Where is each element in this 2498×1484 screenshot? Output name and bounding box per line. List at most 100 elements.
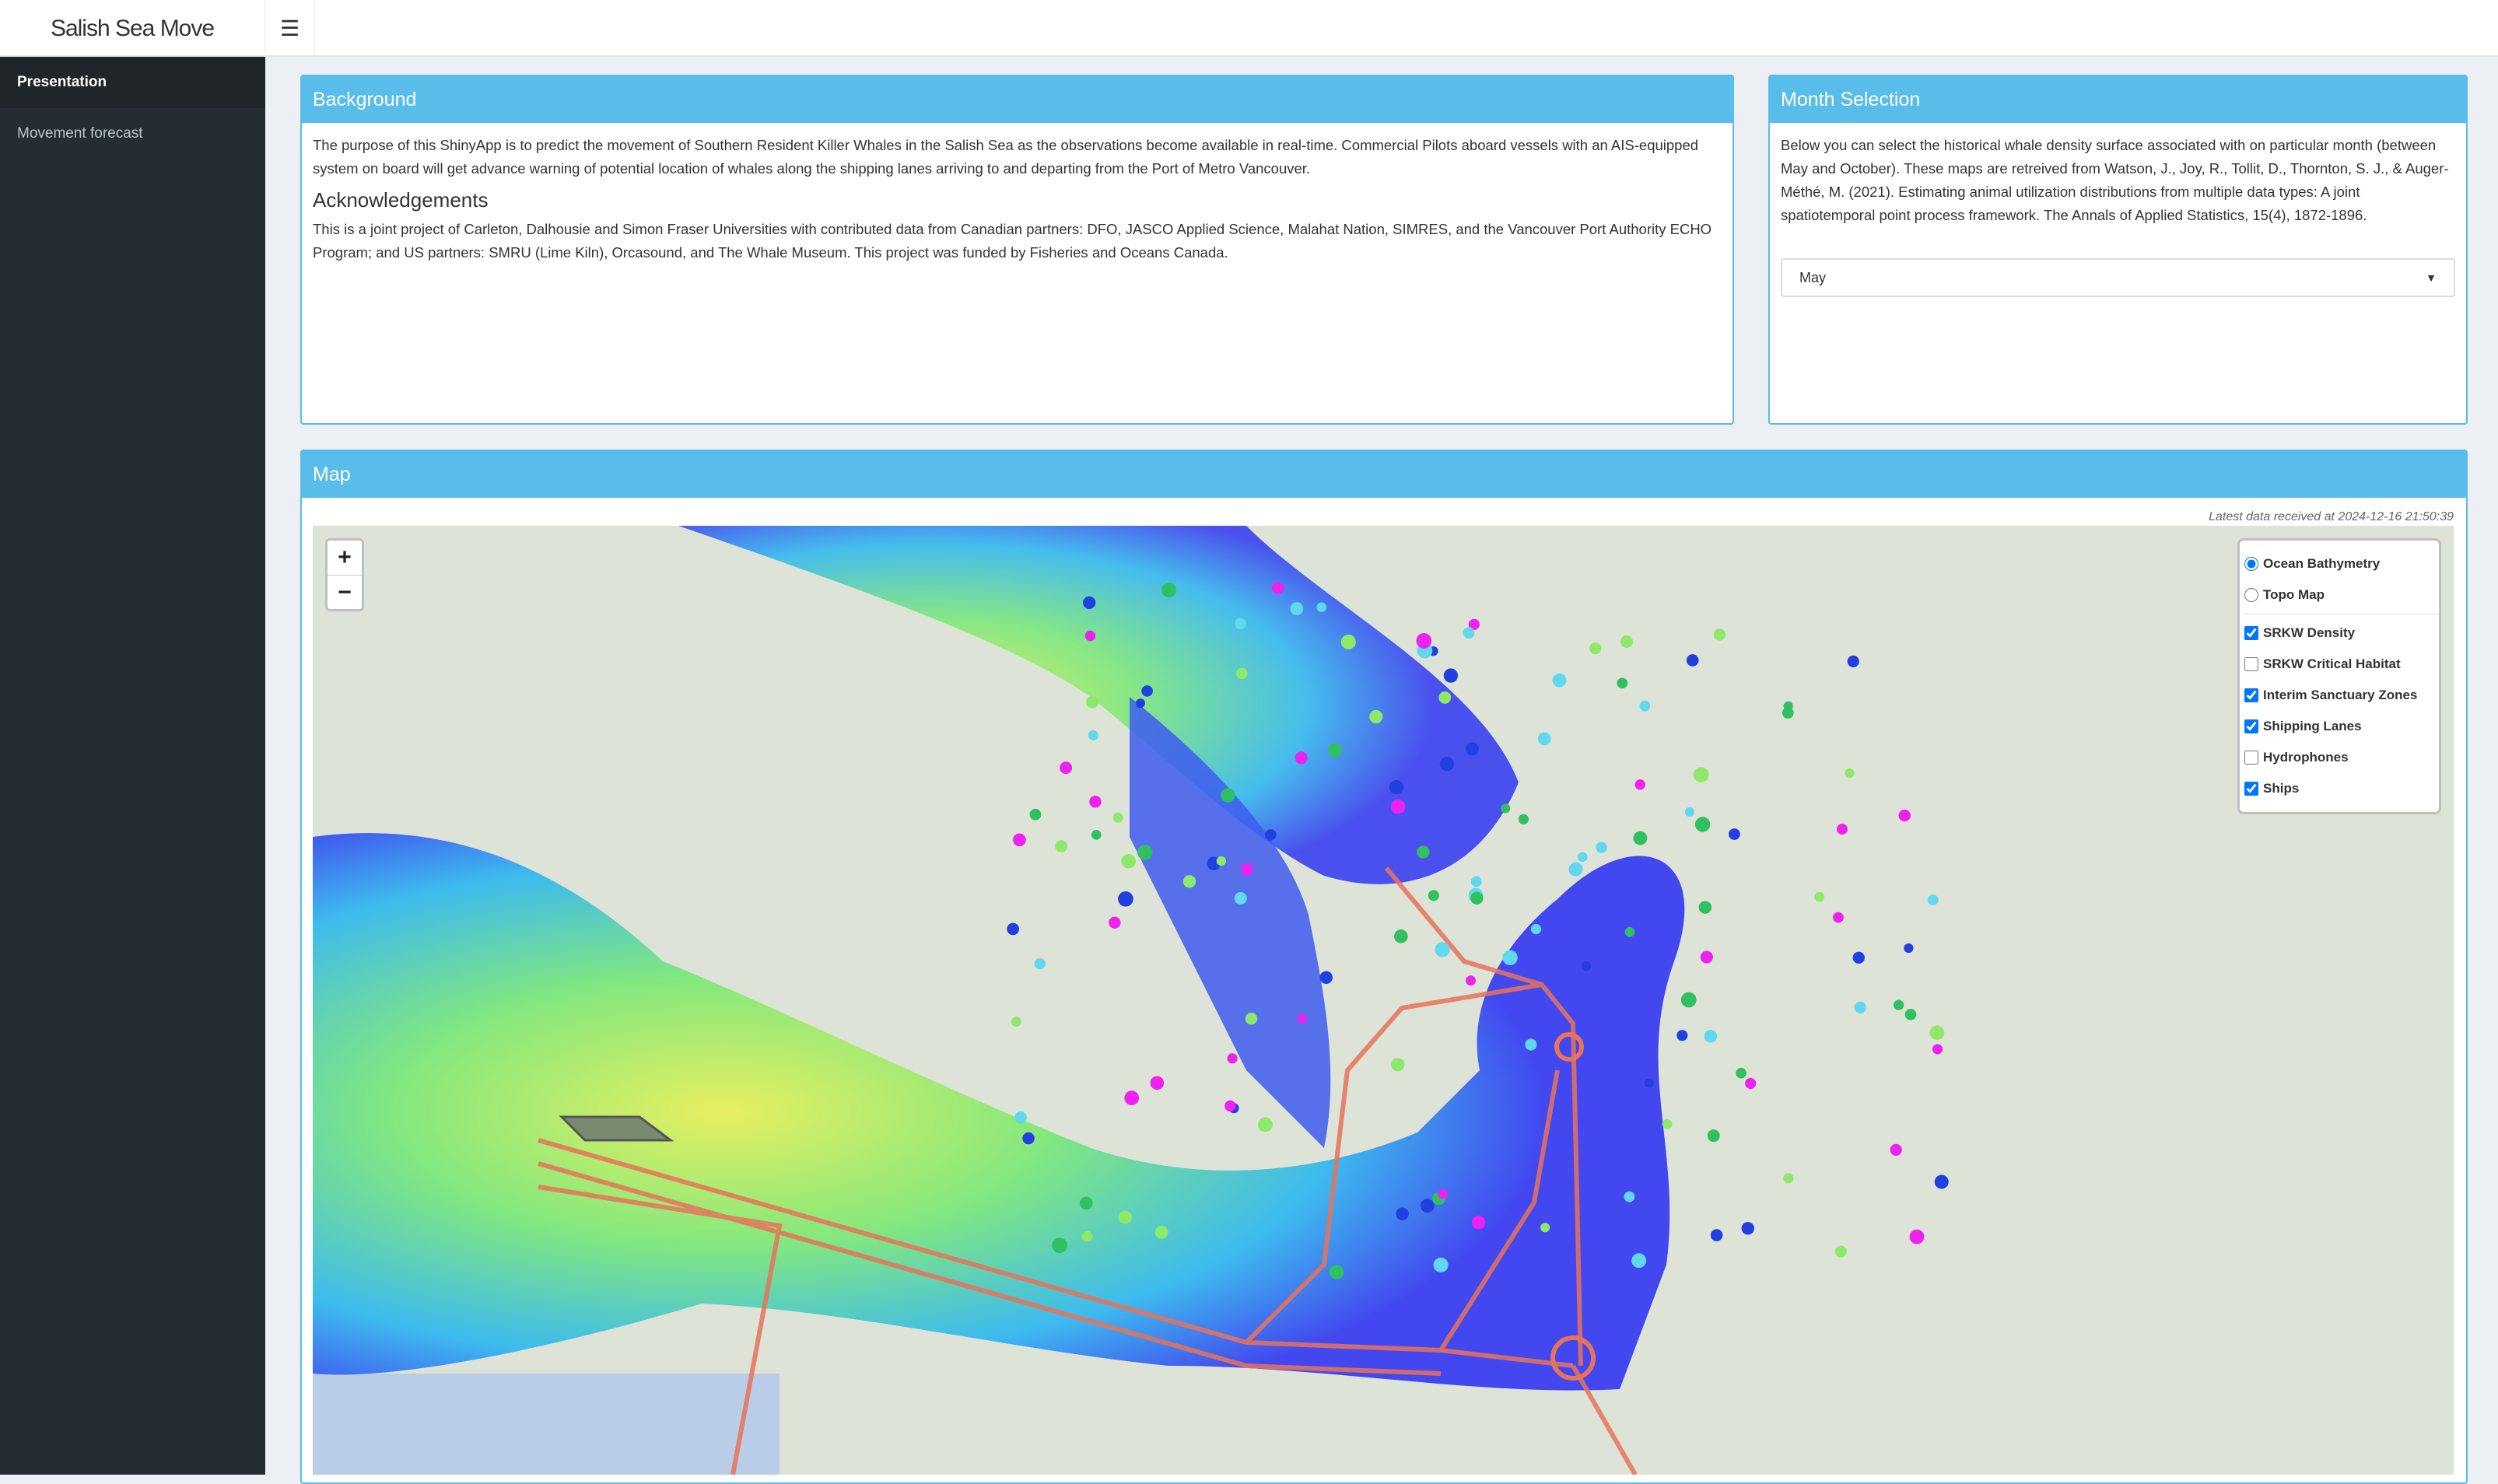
ship-marker[interactable] <box>1182 875 1196 888</box>
ship-marker[interactable] <box>1369 709 1383 724</box>
checkbox[interactable] <box>2244 782 2258 796</box>
ship-marker[interactable] <box>1081 1230 1093 1242</box>
ship-marker[interactable] <box>1537 732 1551 746</box>
ship-marker[interactable] <box>1420 1199 1435 1213</box>
ship-marker[interactable] <box>1034 958 1046 970</box>
ship-marker[interactable] <box>1927 894 1939 906</box>
ship-marker[interactable] <box>1530 923 1542 935</box>
ship-marker[interactable] <box>1736 1067 1746 1079</box>
ship-marker[interactable] <box>1783 1173 1794 1184</box>
checkbox[interactable] <box>2244 626 2258 640</box>
ship-marker[interactable] <box>1396 1207 1409 1220</box>
sidebar-item-movement-forecast[interactable]: Movement forecast <box>0 108 265 159</box>
ship-marker[interactable] <box>1710 1229 1723 1241</box>
ship-marker[interactable] <box>1316 602 1326 612</box>
ship-marker[interactable] <box>1620 635 1633 648</box>
ship-marker[interactable] <box>1328 743 1342 758</box>
ship-marker[interactable] <box>1644 1078 1654 1088</box>
ship-marker[interactable] <box>1216 856 1226 866</box>
base-layer-topo-map[interactable]: Topo Map <box>2244 579 2439 611</box>
base-layer-ocean-bathymetry[interactable]: Ocean Bathymetry <box>2244 548 2439 579</box>
ship-marker[interactable] <box>1439 757 1455 772</box>
ship-marker[interactable] <box>1319 971 1333 985</box>
ship-marker[interactable] <box>1329 1265 1344 1279</box>
ship-marker[interactable] <box>1236 667 1248 680</box>
ship-marker[interactable] <box>1124 1090 1140 1106</box>
ship-marker[interactable] <box>1417 845 1430 859</box>
ship-marker[interactable] <box>1290 602 1304 615</box>
ship-marker[interactable] <box>1713 628 1726 641</box>
ship-marker[interactable] <box>1929 1025 1945 1040</box>
ship-marker[interactable] <box>1854 1001 1866 1013</box>
zoom-out-button[interactable]: − <box>328 575 362 609</box>
ship-marker[interactable] <box>1438 1188 1448 1199</box>
ship-marker[interactable] <box>1845 768 1855 779</box>
ship-marker[interactable] <box>1088 730 1098 740</box>
app-brand[interactable]: Salish Sea Move <box>0 0 265 57</box>
ship-marker[interactable] <box>1011 1017 1021 1027</box>
ship-marker[interactable] <box>1577 852 1588 863</box>
ship-marker[interactable] <box>1518 814 1529 824</box>
ship-marker[interactable] <box>1083 596 1096 610</box>
ship-marker[interactable] <box>1471 1216 1486 1230</box>
ship-marker[interactable] <box>1700 950 1713 964</box>
ship-marker[interactable] <box>1686 654 1699 667</box>
ship-marker[interactable] <box>1118 1210 1132 1224</box>
overlay-srkw-critical-habitat[interactable]: SRKW Critical Habitat <box>2244 649 2439 680</box>
ship-marker[interactable] <box>1909 1229 1925 1244</box>
ship-marker[interactable] <box>1898 809 1911 822</box>
ship-marker[interactable] <box>1109 916 1121 929</box>
ship-marker[interactable] <box>1257 1117 1273 1132</box>
ship-marker[interactable] <box>1624 926 1635 937</box>
ship-marker[interactable] <box>1466 742 1480 756</box>
ship-marker[interactable] <box>1904 1008 1917 1020</box>
overlay-srkw-density[interactable]: SRKW Density <box>2244 618 2439 649</box>
ship-marker[interactable] <box>1150 1076 1165 1090</box>
ship-marker[interactable] <box>1052 1237 1067 1254</box>
ship-marker[interactable] <box>1060 761 1073 775</box>
ship-marker[interactable] <box>1135 698 1145 709</box>
zoom-in-button[interactable]: + <box>328 541 362 575</box>
ship-marker[interactable] <box>1154 1225 1168 1239</box>
ship-marker[interactable] <box>1833 912 1844 923</box>
ship-marker[interactable] <box>1029 808 1042 821</box>
ship-marker[interactable] <box>1007 922 1019 936</box>
ship-marker[interactable] <box>1089 796 1102 808</box>
ship-marker[interactable] <box>1470 891 1484 905</box>
checkbox[interactable] <box>2244 688 2258 702</box>
ship-marker[interactable] <box>1596 842 1607 853</box>
ship-marker[interactable] <box>1834 1245 1847 1258</box>
ship-marker[interactable] <box>1617 677 1628 689</box>
ship-marker[interactable] <box>1525 1038 1537 1051</box>
ship-marker[interactable] <box>1890 1143 1902 1157</box>
ship-marker[interactable] <box>1438 691 1452 704</box>
ship-marker[interactable] <box>1014 1111 1027 1124</box>
ship-marker[interactable] <box>1704 1030 1718 1043</box>
ship-marker[interactable] <box>1224 1100 1236 1112</box>
ship-marker[interactable] <box>1466 975 1476 986</box>
ship-marker[interactable] <box>1852 951 1865 964</box>
ship-marker[interactable] <box>1932 1044 1943 1055</box>
sidebar-toggle-button[interactable]: ☰ <box>265 0 315 57</box>
ship-marker[interactable] <box>1568 862 1583 877</box>
ship-marker[interactable] <box>1234 891 1247 905</box>
ship-marker[interactable] <box>1707 1129 1720 1143</box>
ship-marker[interactable] <box>1745 1077 1757 1090</box>
ship-marker[interactable] <box>1676 1030 1688 1041</box>
ship-marker[interactable] <box>1340 634 1356 649</box>
ship-marker[interactable] <box>1235 618 1246 630</box>
ship-marker[interactable] <box>1814 891 1825 902</box>
ship-marker[interactable] <box>1416 633 1432 649</box>
ship-marker[interactable] <box>1698 901 1712 914</box>
sidebar-item-presentation[interactable]: Presentation <box>0 57 265 108</box>
ship-marker[interactable] <box>1463 627 1475 639</box>
ship-marker[interactable] <box>1470 876 1482 887</box>
ship-marker[interactable] <box>1022 1132 1035 1145</box>
ship-marker[interactable] <box>1894 999 1904 1010</box>
overlay-ships[interactable]: Ships <box>2244 773 2439 804</box>
ship-marker[interactable] <box>1741 1222 1754 1235</box>
ship-marker[interactable] <box>1502 950 1518 966</box>
ship-marker[interactable] <box>1390 799 1406 814</box>
ship-marker[interactable] <box>1086 695 1098 709</box>
ship-marker[interactable] <box>1729 828 1740 840</box>
